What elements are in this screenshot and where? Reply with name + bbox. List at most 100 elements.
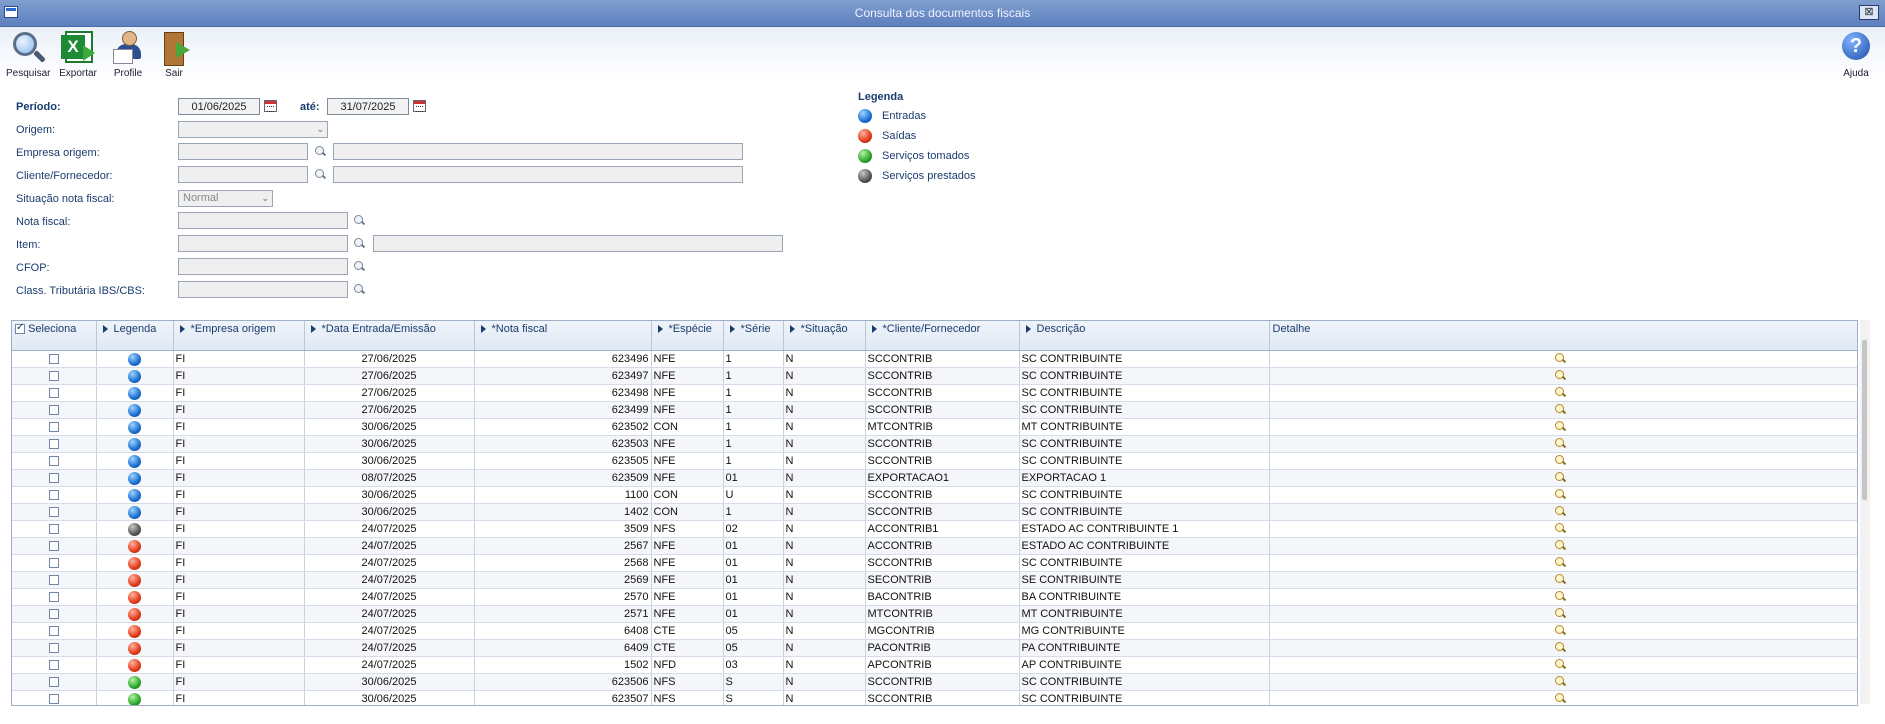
table-row[interactable]: FI 30/06/2025 1100 CON U N SCCONTRIB SC CONTRIB…: [12, 486, 1857, 504]
cell-seleciona[interactable]: [12, 588, 97, 606]
cell-seleciona[interactable]: [12, 452, 97, 470]
row-checkbox[interactable]: [48, 388, 59, 399]
row-checkbox[interactable]: [48, 575, 59, 586]
cell-seleciona[interactable]: [12, 571, 97, 589]
col-header-cliente-fornecedor[interactable]: *Cliente/Fornecedor: [865, 321, 1020, 351]
detail-magnifier-icon[interactable]: [1554, 421, 1566, 432]
search-icon[interactable]: [354, 284, 365, 295]
cell-seleciona[interactable]: [12, 401, 97, 419]
row-checkbox[interactable]: [48, 592, 59, 603]
cell-seleciona[interactable]: [12, 469, 97, 487]
search-icon[interactable]: [354, 238, 365, 249]
cliente-code-input[interactable]: [178, 166, 308, 183]
empresa-origem-name-input[interactable]: [333, 143, 743, 160]
col-header-descricao[interactable]: Descrição: [1019, 321, 1270, 351]
cell-seleciona[interactable]: [12, 605, 97, 623]
table-row[interactable]: FI 30/06/2025 1402 CON 1 N SCCONTRIB SC CONTRIB…: [12, 503, 1857, 521]
periodo-end-input[interactable]: [327, 98, 409, 115]
item-name-input[interactable]: [373, 235, 783, 252]
detail-magnifier-icon[interactable]: [1554, 506, 1566, 517]
detail-magnifier-icon[interactable]: [1554, 438, 1566, 449]
row-checkbox[interactable]: [48, 660, 59, 671]
table-row[interactable]: FI 24/07/2025 1502 NFD 03 N APCONTRIB AP CONTRI…: [12, 656, 1857, 674]
row-checkbox[interactable]: [48, 456, 59, 467]
table-row[interactable]: FI 24/07/2025 2571 NFE 01 N MTCONTRIB MT CONTRI…: [12, 605, 1857, 623]
cliente-name-input[interactable]: [333, 166, 743, 183]
profile-button[interactable]: Profile: [108, 29, 148, 79]
row-checkbox[interactable]: [48, 609, 59, 620]
cell-seleciona[interactable]: [12, 656, 97, 674]
cell-seleciona[interactable]: [12, 503, 97, 521]
row-checkbox[interactable]: [48, 473, 59, 484]
detail-magnifier-icon[interactable]: [1554, 404, 1566, 415]
detail-magnifier-icon[interactable]: [1554, 489, 1566, 500]
scrollbar-thumb[interactable]: [1862, 340, 1867, 500]
row-checkbox[interactable]: [48, 541, 59, 552]
cfop-input[interactable]: [178, 258, 348, 275]
item-code-input[interactable]: [178, 235, 348, 252]
search-button[interactable]: Pesquisar: [6, 29, 50, 79]
table-row[interactable]: FI 24/07/2025 6409 CTE 05 N PACONTRIB PA CONTRI…: [12, 639, 1857, 657]
cell-seleciona[interactable]: [12, 520, 97, 538]
detail-magnifier-icon[interactable]: [1554, 455, 1566, 466]
calendar-icon[interactable]: [413, 100, 426, 112]
table-row[interactable]: FI 27/06/2025 623497 NFE 1 N SCCONTRIB SC CONTR…: [12, 367, 1857, 385]
vertical-scrollbar[interactable]: [1860, 320, 1870, 704]
situacao-select[interactable]: Normal ⌄: [178, 190, 273, 207]
row-checkbox[interactable]: [48, 439, 59, 450]
table-row[interactable]: FI 27/06/2025 623498 NFE 1 N SCCONTRIB SC CONTR…: [12, 384, 1857, 402]
table-row[interactable]: FI 30/06/2025 623507 NFS S N SCCONTRIB SC CONTR…: [12, 690, 1857, 705]
detail-magnifier-icon[interactable]: [1554, 523, 1566, 534]
table-row[interactable]: FI 24/07/2025 2567 NFE 01 N ACCONTRIB ESTADO AC…: [12, 537, 1857, 555]
table-row[interactable]: FI 27/06/2025 623499 NFE 1 N SCCONTRIB SC CONTR…: [12, 401, 1857, 419]
row-checkbox[interactable]: [48, 694, 59, 705]
table-row[interactable]: FI 30/06/2025 623505 NFE 1 N SCCONTRIB SC CONTR…: [12, 452, 1857, 470]
col-header-detalhe[interactable]: Detalhe: [1269, 321, 1857, 351]
row-checkbox[interactable]: [48, 524, 59, 535]
select-all-checkbox[interactable]: [15, 322, 25, 335]
row-checkbox[interactable]: [48, 422, 59, 433]
cell-seleciona[interactable]: [12, 384, 97, 402]
cell-seleciona[interactable]: [12, 639, 97, 657]
exit-button[interactable]: Sair: [156, 29, 192, 79]
detail-magnifier-icon[interactable]: [1554, 693, 1566, 704]
detail-magnifier-icon[interactable]: [1554, 625, 1566, 636]
detail-magnifier-icon[interactable]: [1554, 642, 1566, 653]
row-checkbox[interactable]: [48, 371, 59, 382]
col-header-nota-fiscal[interactable]: *Nota fiscal: [474, 321, 652, 351]
cell-seleciona[interactable]: [12, 673, 97, 691]
empresa-origem-code-input[interactable]: [178, 143, 308, 160]
table-row[interactable]: FI 30/06/2025 623502 CON 1 N MTCONTRIB MT CONTR…: [12, 418, 1857, 436]
row-checkbox[interactable]: [48, 558, 59, 569]
table-row[interactable]: FI 24/07/2025 2569 NFE 01 N SECONTRIB SE CONTRI…: [12, 571, 1857, 589]
table-row[interactable]: FI 24/07/2025 2570 NFE 01 N BACONTRIB BA CONTRI…: [12, 588, 1857, 606]
detail-magnifier-icon[interactable]: [1554, 472, 1566, 483]
detail-magnifier-icon[interactable]: [1554, 574, 1566, 585]
cell-seleciona[interactable]: [12, 690, 97, 705]
cell-seleciona[interactable]: [12, 554, 97, 572]
col-header-situacao[interactable]: *Situação: [783, 321, 866, 351]
col-header-empresa-origem[interactable]: *Empresa origem: [173, 321, 305, 351]
detail-magnifier-icon[interactable]: [1554, 676, 1566, 687]
detail-magnifier-icon[interactable]: [1554, 659, 1566, 670]
table-row[interactable]: FI 30/06/2025 623503 NFE 1 N SCCONTRIB SC CONTR…: [12, 435, 1857, 453]
row-checkbox[interactable]: [48, 405, 59, 416]
cell-seleciona[interactable]: [12, 435, 97, 453]
periodo-start-input[interactable]: [178, 98, 260, 115]
row-checkbox[interactable]: [48, 677, 59, 688]
detail-magnifier-icon[interactable]: [1554, 353, 1566, 364]
row-checkbox[interactable]: [48, 643, 59, 654]
search-icon[interactable]: [354, 261, 365, 272]
export-button[interactable]: X Exportar: [56, 29, 100, 79]
table-row[interactable]: FI 24/07/2025 6408 CTE 05 N MGCONTRIB MG CONTRI…: [12, 622, 1857, 640]
detail-magnifier-icon[interactable]: [1554, 370, 1566, 381]
calendar-icon[interactable]: [264, 100, 277, 112]
detail-magnifier-icon[interactable]: [1554, 387, 1566, 398]
table-row[interactable]: FI 24/07/2025 3509 NFS 02 N ACCONTRIB1 ESTADO A…: [12, 520, 1857, 538]
col-header-seleciona[interactable]: Seleciona: [12, 321, 97, 351]
cell-seleciona[interactable]: [12, 537, 97, 555]
detail-magnifier-icon[interactable]: [1554, 608, 1566, 619]
search-icon[interactable]: [354, 215, 365, 226]
search-icon[interactable]: [315, 146, 326, 157]
row-checkbox[interactable]: [48, 507, 59, 518]
